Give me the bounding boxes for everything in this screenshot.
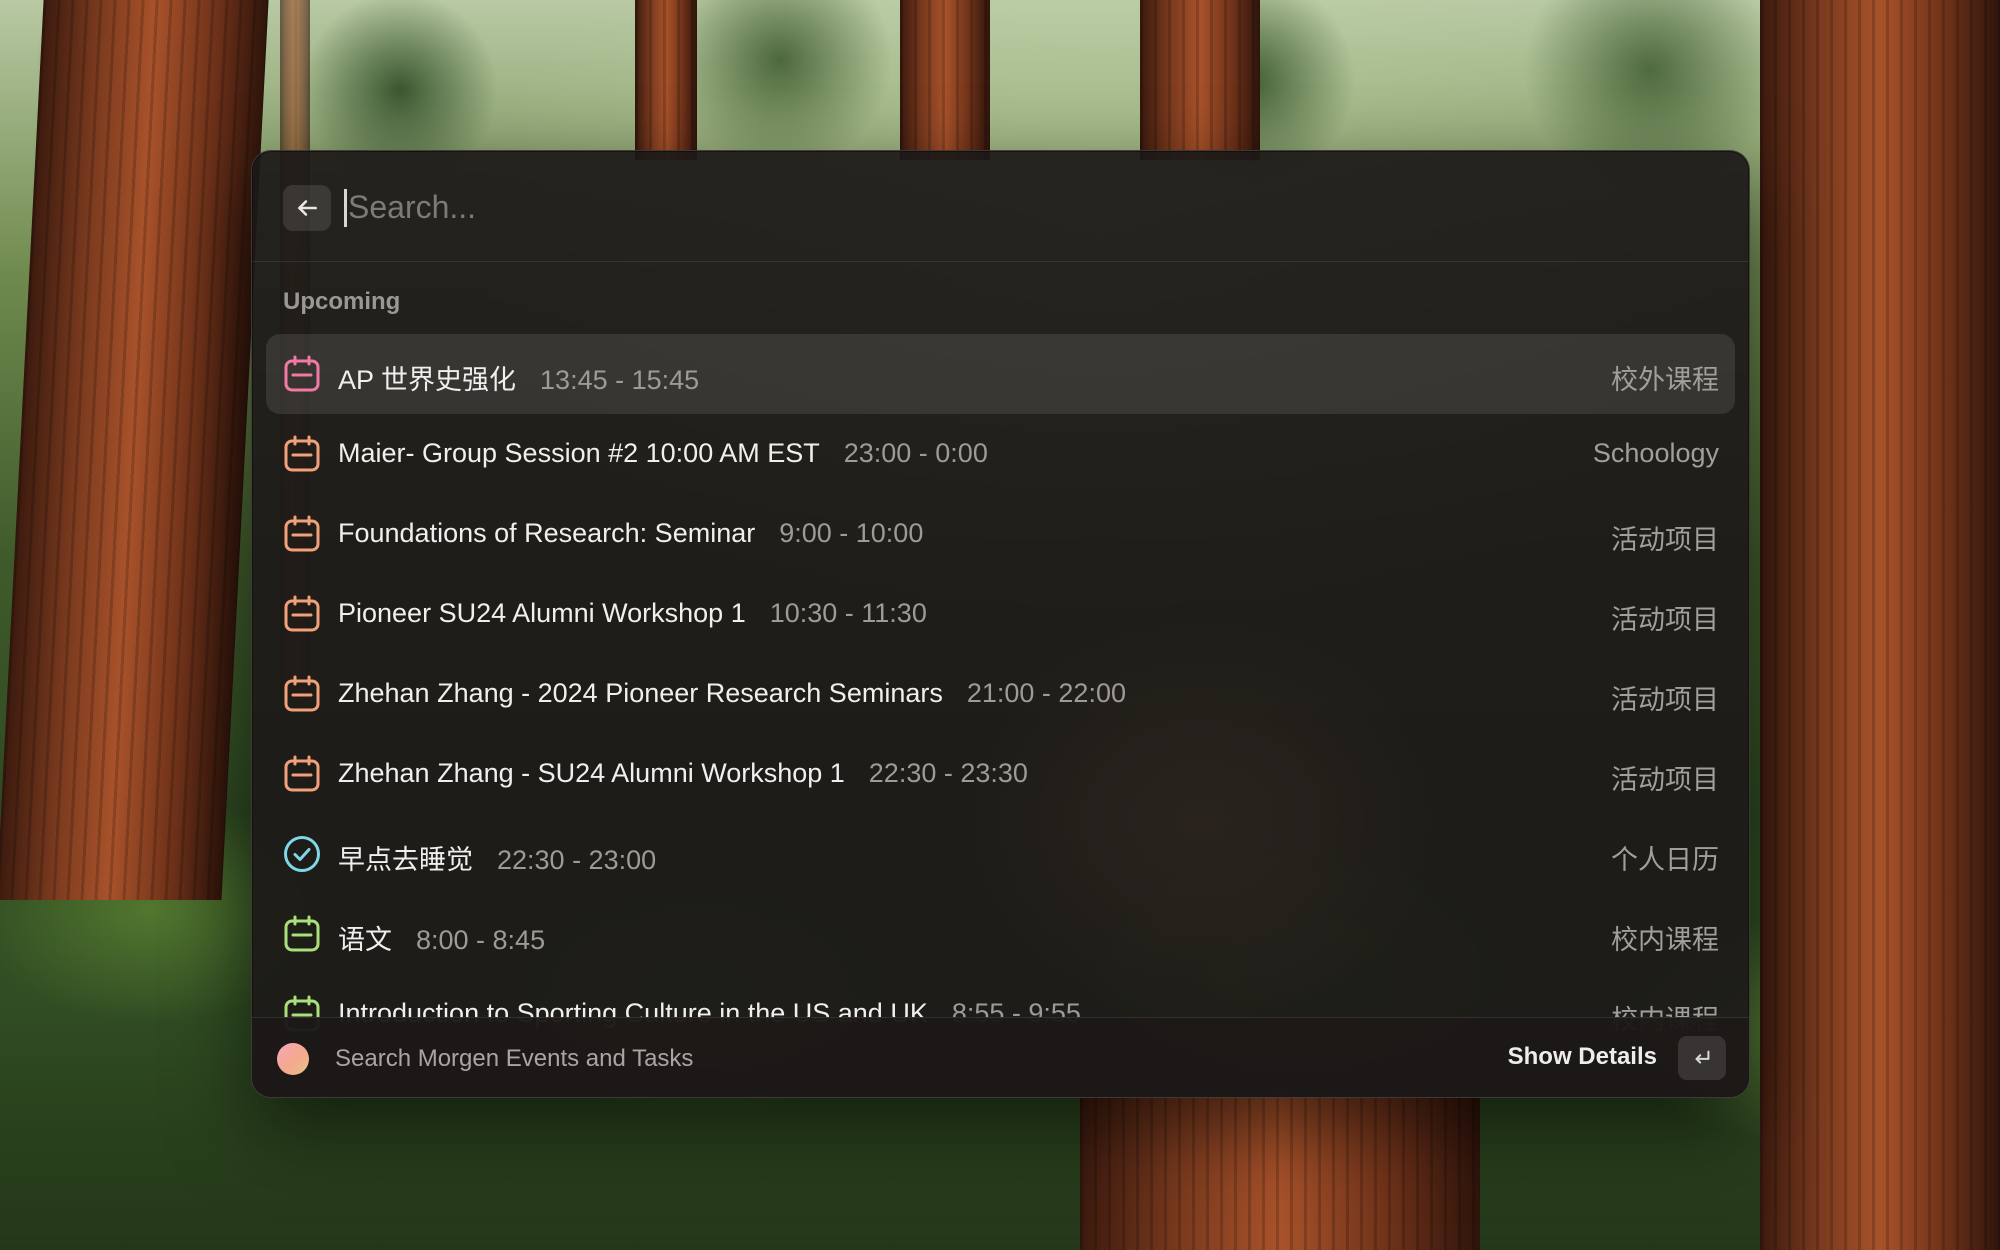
wallpaper-tree-trunk (900, 0, 990, 160)
return-key-icon (1695, 1050, 1710, 1064)
event-title-text: Pioneer SU24 Alumni Workshop 1 (338, 598, 746, 628)
event-time: 23:00 - 0:00 (843, 438, 988, 468)
calendar-name: 活动项目 (1611, 525, 1719, 555)
calendar-event-icon (282, 674, 322, 714)
event-title: Pioneer SU24 Alumni Workshop 1 10:30 - 11… (338, 598, 927, 629)
result-row[interactable]: AP 世界史强化 13:45 - 15:45 校外课程 (266, 334, 1735, 414)
calendar-name: Schoology (1592, 438, 1719, 468)
event-title: 语文 8:00 - 8:45 (338, 918, 545, 957)
search-bar (252, 151, 1749, 262)
wallpaper-tree-trunk (1080, 1090, 1480, 1250)
result-row[interactable]: Zhehan Zhang - SU24 Alumni Workshop 1 22:… (266, 734, 1735, 814)
event-title-text: Zhehan Zhang - 2024 Pioneer Research Sem… (338, 678, 943, 708)
calendar-event-icon (282, 754, 322, 794)
calendar-event-icon (282, 594, 322, 634)
event-title: AP 世界史强化 13:45 - 15:45 (338, 358, 699, 397)
result-row[interactable]: 早点去睡觉 22:30 - 23:00 个人日历 (266, 814, 1735, 894)
event-time: 10:30 - 11:30 (769, 598, 927, 628)
wallpaper-tree-trunk (1140, 0, 1260, 160)
calendar-name: 校外课程 (1611, 365, 1719, 395)
event-title: Foundations of Research: Seminar 9:00 - 1… (338, 518, 923, 549)
event-time: 21:00 - 22:00 (966, 678, 1126, 708)
enter-key-button[interactable] (1678, 1036, 1726, 1080)
calendar-event-icon (282, 354, 322, 394)
event-time: 22:30 - 23:00 (497, 845, 657, 875)
result-row[interactable]: 语文 8:00 - 8:45 校内课程 (266, 894, 1735, 974)
event-time: 13:45 - 15:45 (540, 365, 700, 395)
search-input[interactable] (344, 179, 1648, 235)
back-button[interactable] (283, 185, 331, 231)
calendar-event-icon (282, 914, 322, 954)
show-details-button[interactable]: Show Details (1508, 1043, 1657, 1071)
result-row[interactable]: Foundations of Research: Seminar 9:00 - 1… (266, 494, 1735, 574)
wallpaper-tree-trunk (0, 0, 269, 900)
calendar-name: 个人日历 (1611, 845, 1719, 875)
event-title: Zhehan Zhang - SU24 Alumni Workshop 1 22:… (338, 758, 1028, 789)
event-title-text: AP 世界史强化 (338, 365, 517, 395)
calendar-name: 活动项目 (1611, 605, 1719, 635)
event-title: Maier- Group Session #2 10:00 AM EST 23:0… (338, 438, 988, 469)
calendar-name: 活动项目 (1611, 765, 1719, 795)
result-row[interactable]: Pioneer SU24 Alumni Workshop 1 10:30 - 11… (266, 574, 1735, 654)
raycast-launcher-window: Upcoming AP 世界史强化 13:45 - 15:45 校外课程 Maier-… (251, 150, 1750, 1098)
footer-command-label: Search Morgen Events and Tasks (335, 1045, 694, 1072)
arrow-left-icon (298, 200, 317, 216)
calendar-name: 校内课程 (1611, 925, 1719, 955)
calendar-name: 活动项目 (1611, 685, 1719, 715)
event-title-text: 早点去睡觉 (338, 845, 473, 875)
event-title-text: Zhehan Zhang - SU24 Alumni Workshop 1 (338, 758, 845, 788)
wallpaper-tree-trunk (1760, 0, 2000, 1250)
result-row[interactable]: Maier- Group Session #2 10:00 AM EST 23:0… (266, 414, 1735, 494)
event-time: 8:00 - 8:45 (416, 925, 546, 955)
action-bar: Search Morgen Events and Tasks Show Deta… (252, 1017, 1749, 1097)
calendar-event-icon (282, 514, 322, 554)
event-time: 9:00 - 10:00 (779, 518, 924, 548)
calendar-event-icon (282, 434, 322, 474)
event-title-text: 语文 (338, 925, 392, 955)
morgen-logo-icon (277, 1043, 309, 1075)
event-title: 早点去睡觉 22:30 - 23:00 (338, 838, 656, 877)
result-row[interactable]: Zhehan Zhang - 2024 Pioneer Research Sem… (266, 654, 1735, 734)
results-list: AP 世界史强化 13:45 - 15:45 校外课程 Maier- Group Se… (266, 334, 1735, 1097)
event-title: Zhehan Zhang - 2024 Pioneer Research Sem… (338, 678, 1126, 709)
section-heading-upcoming: Upcoming (283, 288, 401, 315)
event-title-text: Foundations of Research: Seminar (338, 518, 756, 548)
task-check-icon (282, 834, 322, 874)
wallpaper-tree-trunk (635, 0, 697, 160)
event-time: 22:30 - 23:30 (868, 758, 1028, 788)
event-title-text: Maier- Group Session #2 10:00 AM EST (338, 438, 820, 468)
